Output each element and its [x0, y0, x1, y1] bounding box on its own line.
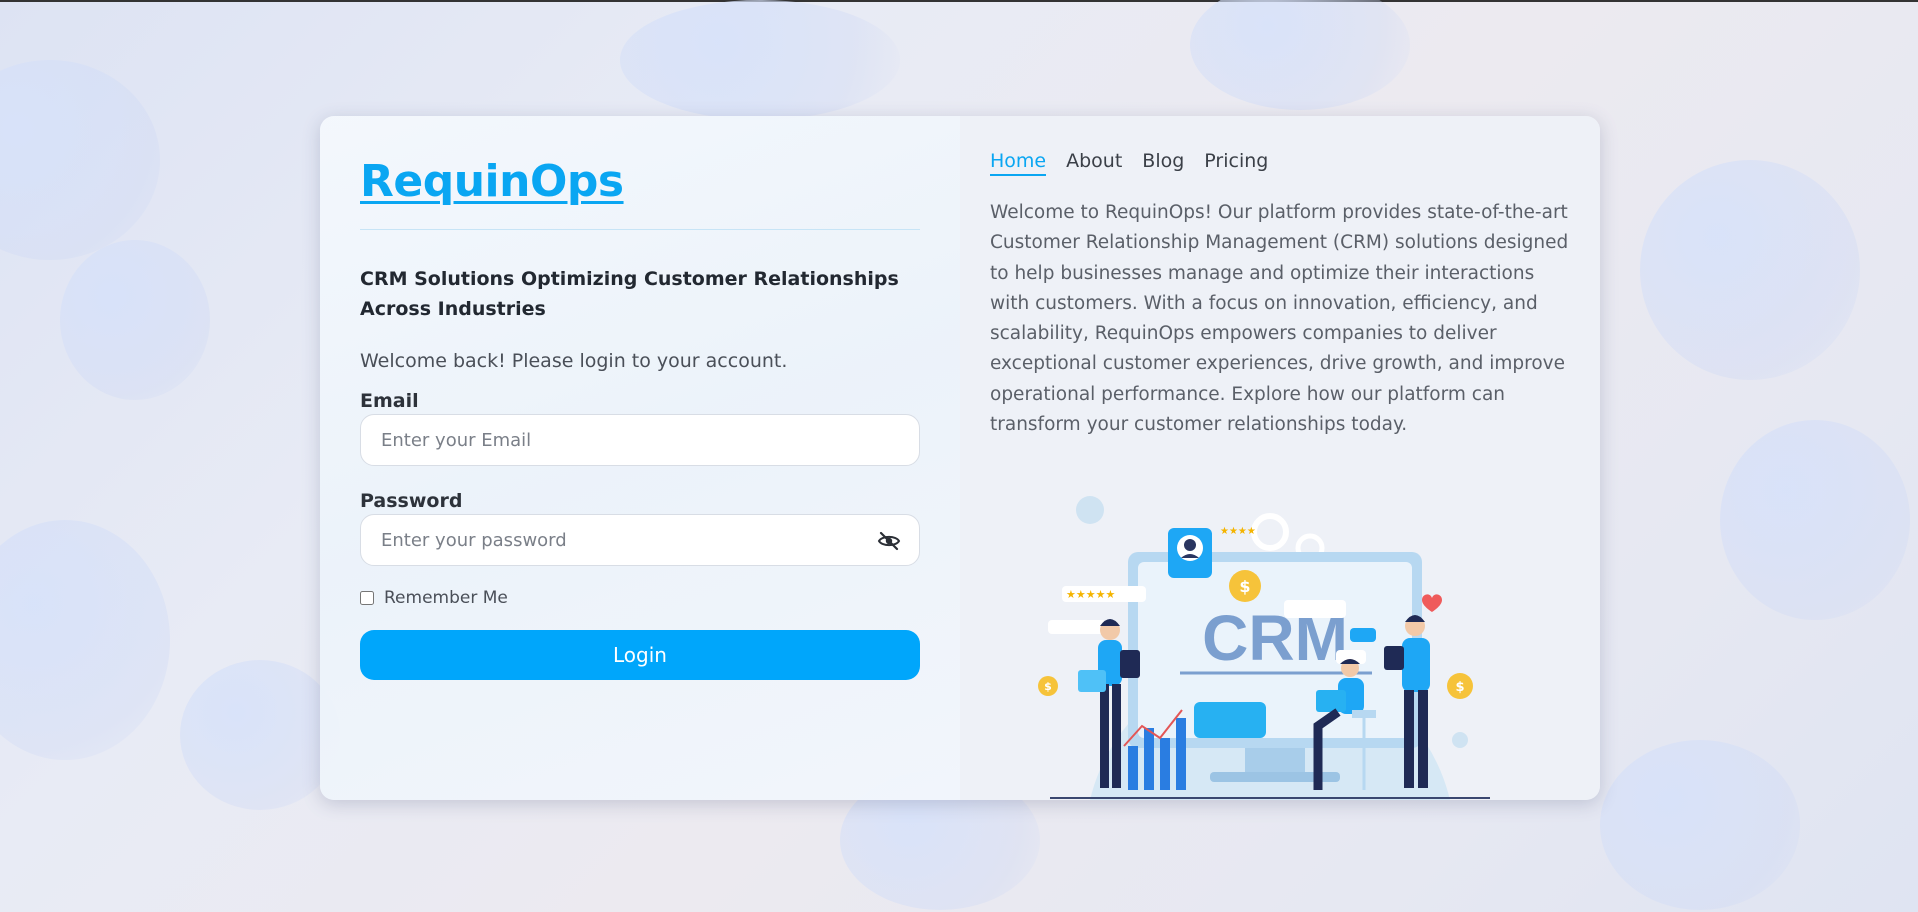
remember-me-row[interactable]: Remember Me — [360, 588, 920, 608]
login-panel: RequinOps CRM Solutions Optimizing Custo… — [320, 116, 960, 800]
remember-me-checkbox[interactable] — [360, 591, 374, 605]
welcome-message: Welcome back! Please login to your accou… — [360, 350, 788, 372]
remember-me-label: Remember Me — [384, 588, 508, 608]
background-bubble — [1720, 420, 1910, 620]
email-input[interactable] — [361, 415, 919, 465]
email-field-wrapper — [360, 414, 920, 466]
coin-symbol-2: $ — [1044, 680, 1052, 693]
nav-about[interactable]: About — [1066, 150, 1122, 176]
crm-illustration: CRM ★★★★ ★★★★★ $ $ $ — [1020, 490, 1520, 800]
password-input[interactable] — [361, 515, 919, 565]
coin-symbol-1: $ — [1239, 577, 1250, 596]
background-bubble — [1190, 0, 1410, 110]
password-label: Password — [360, 490, 463, 512]
window-top-border — [0, 0, 1918, 2]
brand-logo-link[interactable]: RequinOps — [360, 156, 624, 207]
password-field-wrapper — [360, 514, 920, 566]
background-bubble — [60, 240, 210, 400]
login-card: RequinOps CRM Solutions Optimizing Custo… — [320, 116, 1600, 800]
background-bubble — [0, 520, 170, 760]
eye-slash-icon[interactable] — [877, 529, 901, 553]
nav-pricing[interactable]: Pricing — [1204, 150, 1268, 176]
info-panel: Home About Blog Pricing Welcome to Requi… — [960, 116, 1600, 800]
rating-stars: ★★★★★ — [1066, 588, 1115, 601]
coin-symbol-3: $ — [1455, 680, 1464, 695]
background-bubble — [620, 0, 900, 120]
background-bubble — [0, 60, 160, 260]
small-rating-stars: ★★★★ — [1220, 526, 1256, 537]
about-description: Welcome to RequinOps! Our platform provi… — [990, 202, 1569, 436]
nav-blog[interactable]: Blog — [1142, 150, 1184, 176]
email-label: Email — [360, 390, 419, 412]
login-button[interactable]: Login — [360, 630, 920, 680]
divider — [360, 229, 920, 230]
background-bubble — [180, 660, 340, 810]
background-bubble — [1640, 160, 1860, 380]
background-bubble — [1600, 740, 1800, 910]
nav-home[interactable]: Home — [990, 150, 1047, 176]
top-nav: Home About Blog Pricing — [990, 150, 1568, 176]
tagline: CRM Solutions Optimizing Customer Relati… — [360, 268, 899, 320]
